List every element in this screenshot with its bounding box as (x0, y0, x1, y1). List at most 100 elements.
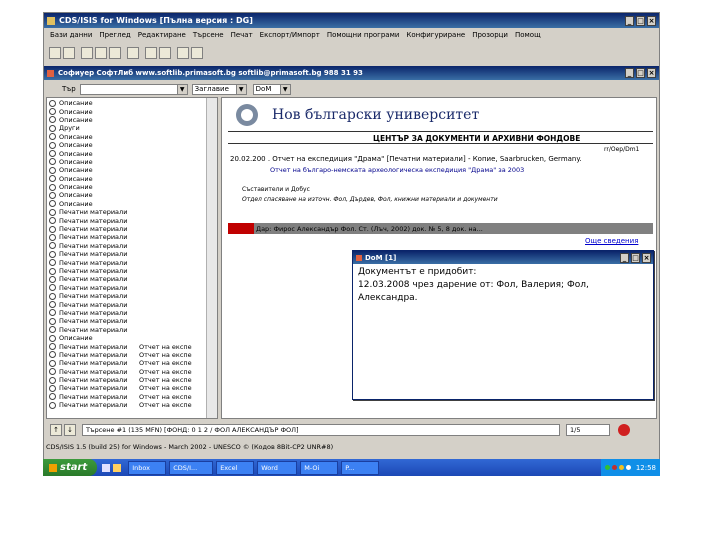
db-icon-button[interactable] (63, 47, 75, 59)
list-item[interactable]: Печатни материали Отчет на експе (47, 376, 217, 384)
inner-close-button[interactable]: × (647, 68, 656, 78)
print-button[interactable] (127, 47, 139, 59)
inner-maximize-button[interactable]: □ (636, 68, 645, 78)
list-item[interactable]: Печатни материали Отчет на експе (47, 368, 217, 376)
menu-item[interactable]: Помощни програми (327, 31, 400, 39)
list-item[interactable]: Описание (47, 334, 217, 342)
record-icon (49, 150, 56, 158)
list-item[interactable]: Печатни материали (47, 225, 217, 233)
copy-button[interactable] (81, 47, 93, 59)
doc-button[interactable] (109, 47, 121, 59)
list-item[interactable]: Описание (47, 166, 217, 174)
list-item[interactable]: Описание (47, 191, 217, 199)
list-item[interactable]: Описание (47, 99, 217, 107)
list-item[interactable]: Описание (47, 141, 217, 149)
popup-text1: Документът е придобит: (358, 267, 477, 277)
taskbar-task[interactable]: Excel (216, 460, 255, 475)
list-item[interactable]: Печатни материали (47, 326, 217, 334)
popup-minimize-button[interactable]: _ (620, 252, 629, 263)
menu-item[interactable]: Преглед (99, 31, 130, 39)
list-item[interactable]: Описание (47, 200, 217, 208)
list-item[interactable]: Описание (47, 149, 217, 158)
chevron-down-icon: ▼ (235, 84, 246, 94)
app-status-bar: CDS/ISIS 1.5 (build 25) for Windows - Ma… (44, 443, 659, 455)
browse-button[interactable] (95, 47, 107, 59)
format-combo[interactable]: DoM ▼ (252, 83, 291, 95)
list-scrollbar[interactable] (206, 98, 217, 418)
start-button[interactable]: start (43, 459, 98, 476)
list-item-type: Печатни материали (59, 250, 128, 259)
list-item[interactable]: Описание (47, 158, 217, 166)
list-item[interactable]: Печатни материали Отчет на експе (47, 384, 217, 392)
taskbar-task[interactable]: Inbox (128, 460, 167, 475)
menu-item[interactable]: Търсене (193, 31, 224, 39)
list-item[interactable]: Описание (47, 133, 217, 141)
list-item[interactable]: Печатни материали (47, 216, 217, 225)
list-item[interactable]: Други (47, 124, 217, 132)
list-item[interactable]: Печатни материали (47, 300, 217, 309)
menu-item[interactable]: Редактиране (138, 31, 186, 39)
tray-icon[interactable] (625, 465, 631, 470)
list-item[interactable]: Описание (47, 175, 217, 183)
list-item[interactable]: Печатни материали Отчет на експе (47, 401, 217, 409)
list-item[interactable]: Печатни материали (47, 258, 217, 267)
open-db-button[interactable] (49, 47, 61, 59)
list-item[interactable]: Печатни материали (47, 250, 217, 258)
list-item[interactable]: Печатни материали (47, 309, 217, 317)
list-item[interactable]: Печатни материали (47, 208, 217, 216)
list-item-type: Описание (59, 115, 93, 124)
tray-icon[interactable] (618, 465, 624, 470)
close-button[interactable]: × (647, 15, 656, 26)
list-item[interactable]: Печатни материали Отчет на експе (47, 351, 217, 359)
list-item[interactable]: Описание (47, 107, 217, 116)
stop-icon[interactable] (618, 424, 630, 436)
list-item[interactable]: Печатни материали Отчет на експе (47, 359, 217, 367)
record-list[interactable]: Описание Описание Описание Други Описание Опи… (46, 97, 218, 419)
inner-titlebar: Софиуер СофтЛиб www.softlib.primasoft.bg… (44, 66, 659, 80)
list-item[interactable]: Печатни материали (47, 275, 217, 283)
prev-arrow-icon[interactable]: ↑ (50, 424, 62, 436)
search-combo[interactable]: ▼ (79, 83, 188, 95)
list-item[interactable]: Печатни материали Отчет на експе (47, 342, 217, 351)
list-item[interactable]: Описание (47, 183, 217, 191)
menu-item[interactable]: Конфигуриране (406, 31, 465, 39)
popup-text2: 12.03.2008 чрез дарение от: Фол, Валерия… (358, 280, 589, 290)
quicklaunch-icon-2[interactable] (113, 463, 122, 472)
record-icon (49, 250, 56, 258)
list-item[interactable]: Печатни материали (47, 233, 217, 241)
popup-maximize-button[interactable]: □ (631, 252, 640, 263)
menu-item[interactable]: Експорт/Импорт (260, 31, 320, 39)
menu-item[interactable]: Бази данни (50, 31, 92, 39)
list-item[interactable]: Печатни материали (47, 292, 217, 300)
tools-button[interactable] (191, 47, 203, 59)
taskbar-task[interactable]: M-Oi (300, 460, 339, 475)
popup-titlebar: DoM [1] _ □ × (353, 251, 653, 264)
menu-item[interactable]: Прозорци (472, 31, 508, 39)
list-item[interactable]: Печатни материали (47, 284, 217, 292)
quicklaunch-icon[interactable] (102, 463, 111, 472)
field-combo[interactable]: Заглавие ▼ (191, 83, 247, 95)
popup-close-button[interactable]: × (642, 252, 651, 263)
inner-minimize-button[interactable]: _ (625, 68, 634, 78)
list-item[interactable]: Печатни материали (47, 267, 217, 275)
list-item-title: Отчет на експе (139, 392, 192, 401)
taskbar-task[interactable]: P... (341, 460, 380, 475)
taskbar-task[interactable]: CDS/I... (169, 460, 214, 475)
tray-icon[interactable] (604, 465, 610, 470)
menu-item[interactable]: Печат (231, 31, 253, 39)
tray-icon[interactable] (611, 465, 617, 470)
export-button[interactable] (159, 47, 171, 59)
list-item[interactable]: Описание (47, 116, 217, 124)
edit-button[interactable] (177, 47, 189, 59)
minimize-button[interactable]: _ (625, 15, 634, 26)
list-item[interactable]: Печатни материали (47, 242, 217, 250)
next-arrow-icon[interactable]: ↓ (64, 424, 76, 436)
record-line2[interactable]: Отчет на българо-немската археологическа… (270, 166, 524, 174)
list-item[interactable]: Печатни материали Отчет на експе (47, 393, 217, 401)
more-info-link[interactable]: Още сведения (585, 237, 638, 245)
taskbar-task[interactable]: Word (257, 460, 298, 475)
menu-item[interactable]: Помощ (515, 31, 541, 39)
save-button[interactable] (145, 47, 157, 59)
maximize-button[interactable]: □ (636, 15, 645, 26)
list-item[interactable]: Печатни материали (47, 317, 217, 325)
